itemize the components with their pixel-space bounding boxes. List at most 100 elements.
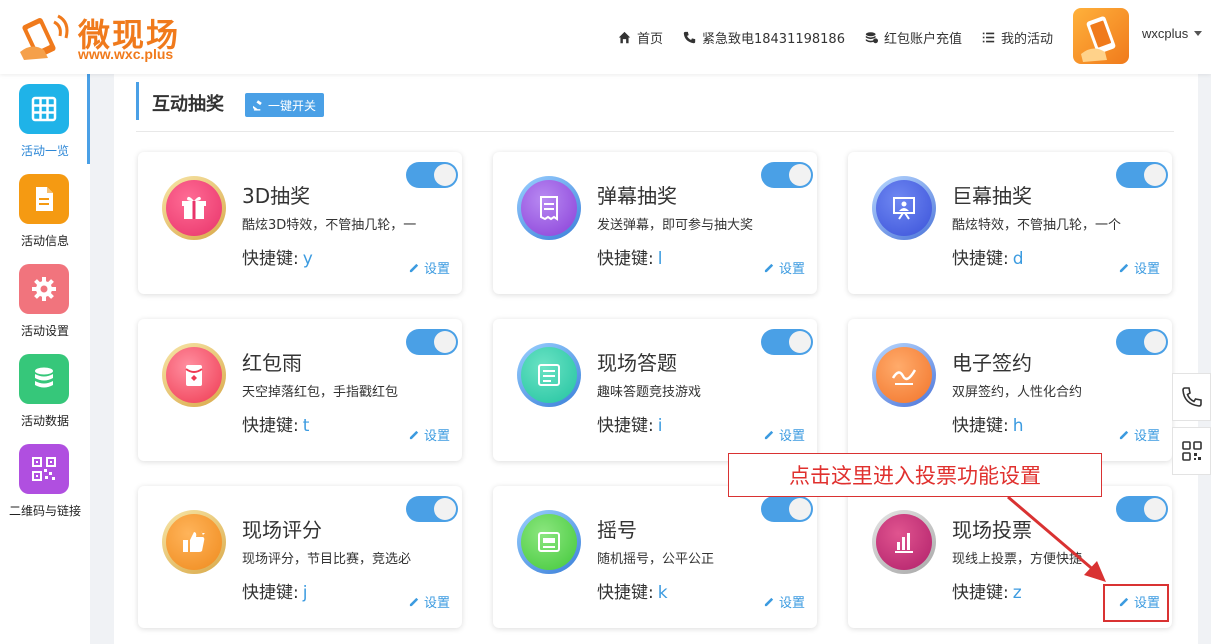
card-description: 现线上投票，方便快捷 bbox=[952, 552, 1083, 567]
shortcut-key: l bbox=[657, 249, 663, 269]
user-menu[interactable]: wxcplus bbox=[1142, 26, 1203, 41]
card-toggle[interactable] bbox=[761, 329, 813, 355]
settings-label: 设置 bbox=[1133, 262, 1160, 277]
nav-my-activities[interactable]: 我的活动 bbox=[982, 28, 1053, 47]
red-packet-icon bbox=[185, 365, 203, 386]
card-toggle[interactable] bbox=[406, 496, 458, 522]
main-panel: 互动抽奖 一键开关 3D抽奖 酷炫3D特效，不管抽几轮，一 快捷键: y 设置 弹… bbox=[114, 74, 1198, 644]
card-title: 电子签约 bbox=[952, 351, 1032, 375]
activity-card-giant-screen-lottery: 巨幕抽奖 酷炫特效，不管抽几轮，一个 快捷键: d 设置 bbox=[848, 152, 1172, 294]
thumbs-up-icon bbox=[183, 530, 205, 552]
card-shortcut: 快捷键: t bbox=[242, 411, 309, 436]
card-toggle[interactable] bbox=[761, 496, 813, 522]
activity-card-lottery-number: 摇号 随机摇号，公平公正 快捷键: k 设置 bbox=[493, 486, 817, 628]
sidebar-item-settings[interactable]: 活动设置 bbox=[0, 254, 90, 344]
sidebar-item-info[interactable]: 活动信息 bbox=[0, 164, 90, 254]
activity-card-red-packet-rain: 红包雨 天空掉落红包，手指戳红包 快捷键: t 设置 bbox=[138, 319, 462, 461]
one-key-toggle-button[interactable]: 一键开关 bbox=[245, 93, 325, 117]
settings-label: 设置 bbox=[423, 596, 450, 611]
logo-url: www.wxc.plus bbox=[78, 46, 174, 62]
pencil-icon bbox=[409, 430, 419, 440]
card-settings-link[interactable]: 设置 bbox=[764, 592, 805, 611]
receipt-icon bbox=[540, 196, 558, 221]
card-title: 3D抽奖 bbox=[242, 184, 311, 208]
sidebar-item-label: 二维码与链接 bbox=[8, 504, 81, 518]
card-icon-frame bbox=[162, 510, 226, 574]
sidebar-item-data[interactable]: 活动数据 bbox=[0, 344, 90, 434]
card-icon-frame bbox=[162, 176, 226, 240]
card-title: 现场评分 bbox=[242, 518, 322, 542]
chevron-down-icon bbox=[1194, 31, 1203, 36]
pencil-icon bbox=[409, 597, 419, 607]
shortcut-key: y bbox=[302, 249, 313, 269]
card-description: 发送弹幕，即可参与抽大奖 bbox=[597, 218, 754, 233]
nav-emergency-call-label: 紧急致电18431198186 bbox=[701, 31, 845, 47]
pencil-icon bbox=[764, 263, 774, 273]
card-settings-link[interactable]: 设置 bbox=[409, 425, 450, 444]
nav-my-activities-label: 我的活动 bbox=[1000, 31, 1053, 47]
annotation-callout: 点击这里进入投票功能设置 bbox=[728, 453, 1102, 497]
gavel-icon bbox=[253, 99, 262, 111]
avatar[interactable] bbox=[1073, 8, 1129, 64]
activity-card-quiz: 现场答题 趣味答题竞技游戏 快捷键: i 设置 bbox=[493, 319, 817, 461]
avatar-phone-icon bbox=[1081, 16, 1116, 62]
card-title: 摇号 bbox=[597, 518, 637, 542]
card-description: 天空掉落红包，手指戳红包 bbox=[242, 385, 399, 400]
sidebar-item-label: 活动设置 bbox=[20, 324, 69, 338]
activity-card-e-sign: 电子签约 双屏签约，人性化合约 快捷键: h 设置 bbox=[848, 319, 1172, 461]
sidebar-item-overview[interactable]: 活动一览 bbox=[0, 74, 90, 164]
username: wxcplus bbox=[1142, 26, 1189, 41]
pencil-icon bbox=[1119, 430, 1129, 440]
card-settings-link[interactable]: 设置 bbox=[764, 425, 805, 444]
card-shortcut: 快捷键: y bbox=[242, 244, 313, 269]
nav-emergency-call[interactable]: 紧急致电18431198186 bbox=[683, 28, 845, 47]
pencil-icon bbox=[409, 263, 419, 273]
shortcut-key: j bbox=[302, 583, 308, 603]
card-toggle[interactable] bbox=[1116, 496, 1168, 522]
sidebar: 活动一览 活动信息 活动设置 活动数据 二维码与链接 bbox=[0, 74, 90, 644]
card-description: 随机摇号，公平公正 bbox=[597, 552, 715, 567]
card-title: 巨幕抽奖 bbox=[952, 184, 1032, 208]
activity-card-3d-lottery: 3D抽奖 酷炫3D特效，不管抽几轮，一 快捷键: y 设置 bbox=[138, 152, 462, 294]
nav-home[interactable]: 首页 bbox=[618, 28, 663, 47]
card-settings-link[interactable]: 设置 bbox=[409, 592, 450, 611]
card-toggle[interactable] bbox=[406, 162, 458, 188]
card-toggle[interactable] bbox=[1116, 329, 1168, 355]
settings-label: 设置 bbox=[778, 262, 805, 277]
card-settings-link[interactable]: 设置 bbox=[1119, 258, 1160, 277]
phone-icon bbox=[1181, 387, 1202, 407]
settings-label: 设置 bbox=[423, 429, 450, 444]
card-toggle[interactable] bbox=[761, 162, 813, 188]
logo[interactable]: 微现场 www.wxc.plus bbox=[12, 8, 202, 64]
activity-card-danmaku-lottery: 弹幕抽奖 发送弹幕，即可参与抽大奖 快捷键: l 设置 bbox=[493, 152, 817, 294]
card-toggle[interactable] bbox=[406, 329, 458, 355]
section-title: 互动抽奖 bbox=[152, 94, 224, 115]
card-title: 现场投票 bbox=[952, 518, 1032, 542]
card-settings-link[interactable]: 设置 bbox=[409, 258, 450, 277]
settings-label: 设置 bbox=[423, 262, 450, 277]
nav-recharge[interactable]: 红包账户充值 bbox=[865, 28, 962, 47]
list-icon bbox=[982, 32, 995, 42]
top-nav: 首页 紧急致电18431198186 红包账户充值 我的活动 bbox=[618, 0, 1053, 74]
shortcut-label: 快捷键: bbox=[242, 249, 299, 269]
card-description: 酷炫3D特效，不管抽几轮，一 bbox=[242, 218, 417, 233]
shortcut-label: 快捷键: bbox=[952, 249, 1009, 269]
qrcode-icon bbox=[1181, 441, 1202, 461]
one-key-toggle-label: 一键开关 bbox=[268, 98, 317, 113]
card-icon-frame bbox=[872, 176, 936, 240]
annotation-highlight-box bbox=[1103, 584, 1169, 622]
float-qrcode-button[interactable] bbox=[1172, 427, 1211, 475]
home-icon bbox=[618, 31, 631, 43]
pencil-icon bbox=[1119, 263, 1129, 273]
sidebar-item-qrcode[interactable]: 二维码与链接 bbox=[0, 434, 90, 524]
card-settings-link[interactable]: 设置 bbox=[764, 258, 805, 277]
card-shortcut: 快捷键: j bbox=[242, 578, 307, 603]
shortcut-label: 快捷键: bbox=[242, 416, 299, 436]
settings-label: 设置 bbox=[778, 429, 805, 444]
float-phone-button[interactable] bbox=[1172, 373, 1211, 421]
card-icon-frame bbox=[517, 176, 581, 240]
phone-icon bbox=[683, 31, 696, 43]
gift-icon bbox=[182, 196, 206, 219]
card-settings-link[interactable]: 设置 bbox=[1119, 425, 1160, 444]
card-toggle[interactable] bbox=[1116, 162, 1168, 188]
